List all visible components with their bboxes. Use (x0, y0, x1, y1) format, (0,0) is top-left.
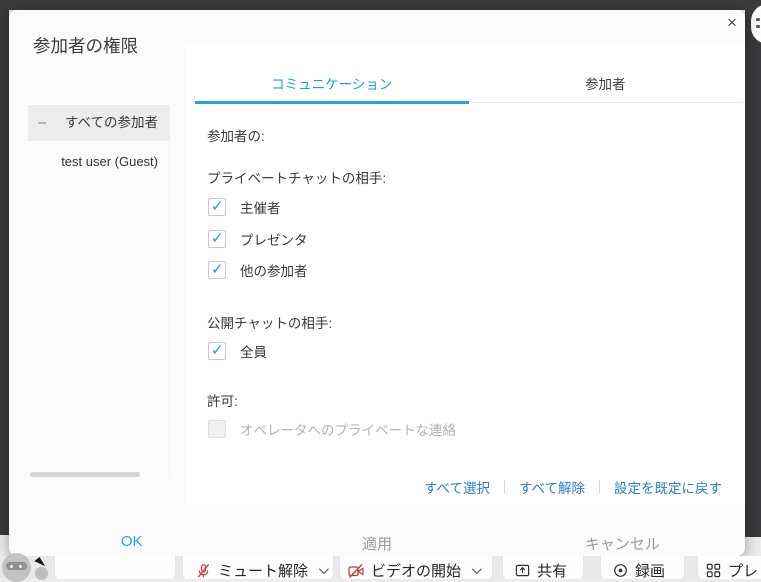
link-divider (599, 480, 600, 494)
apps-label: プレ (728, 560, 758, 579)
record-icon (613, 563, 628, 578)
checkbox-icon (208, 420, 226, 438)
clear-all-link[interactable]: すべて解除 (519, 477, 585, 497)
close-icon[interactable]: × (721, 12, 743, 34)
share-screen-icon (515, 563, 530, 578)
permissions-panel: コミュニケーション 参加者 参加者の: プライベートチャットの相手: 主催者 プ… (186, 45, 745, 505)
private-chat-label: プライベートチャットの相手: (207, 167, 386, 187)
start-video-label: ビデオの開始 (371, 560, 461, 579)
apps-grid-icon (706, 563, 721, 578)
video-off-icon (348, 563, 364, 579)
checkbox-label: オペレータへのプライベートな連絡 (240, 419, 456, 439)
reset-defaults-link[interactable]: 設定を既定に戻す (614, 477, 722, 497)
checkbox-label: 他の参加者 (240, 260, 308, 280)
start-video-button[interactable]: ビデオの開始 (348, 560, 479, 579)
tab-participants[interactable]: 参加者 (469, 73, 743, 102)
checkbox-row-everyone[interactable]: 全員 (208, 341, 267, 361)
unmute-label: ミュート解除 (218, 560, 308, 579)
avatar-badge (35, 567, 48, 580)
record-label: 録画 (635, 560, 665, 579)
window-frame-top (0, 0, 761, 10)
apps-button[interactable]: プレ (706, 560, 758, 579)
cancel-button[interactable]: キャンセル (500, 533, 745, 554)
mic-off-icon (196, 563, 211, 579)
window-frame-left (0, 0, 9, 535)
participant-of-label: 参加者の: (207, 125, 265, 145)
ok-button[interactable]: OK (9, 533, 254, 554)
public-chat-label: 公開チャットの相手: (207, 312, 332, 332)
record-button[interactable]: 録画 (613, 560, 665, 579)
window-frame-right (745, 0, 761, 537)
checkbox-icon[interactable] (208, 230, 226, 248)
checkbox-row-other-participants[interactable]: 他の参加者 (208, 260, 308, 280)
avatar-eye (10, 565, 13, 568)
apply-button[interactable]: 適用 (254, 533, 499, 554)
participant-privileges-dialog: 参加者の権限 × すべての参加者 test user (Guest) コミュニケ… (9, 10, 745, 556)
sidebar-item-all-participants[interactable]: すべての参加者 (28, 105, 170, 141)
allow-label: 許可: (207, 390, 238, 410)
avatar-eye (19, 565, 22, 568)
meeting-toolbar: ミュート解除 ビデオの開始 共有 録画 プレ (0, 556, 761, 579)
tab-strip: コミュニケーション 参加者 (195, 45, 742, 103)
dialog-footer: OK 適用 キャンセル (9, 533, 745, 554)
tab-communication[interactable]: コミュニケーション (195, 73, 469, 102)
checkbox-icon[interactable] (208, 198, 226, 216)
checkbox-label: 主催者 (240, 197, 281, 217)
panel-glyph-dot (756, 25, 760, 28)
tree-collapse-dash-icon (38, 122, 46, 124)
checkbox-row-operator-private-contact: オペレータへのプライベートな連絡 (208, 419, 456, 439)
share-button[interactable]: 共有 (515, 560, 567, 579)
assistant-avatar (2, 553, 31, 582)
panel-glyph-dot (756, 18, 760, 21)
toolbar-pill[interactable] (55, 556, 175, 579)
dialog-title: 参加者の権限 (33, 33, 138, 58)
checkbox-label: 全員 (240, 341, 267, 361)
checkbox-icon[interactable] (208, 261, 226, 279)
unmute-button[interactable]: ミュート解除 (196, 560, 326, 579)
sidebar-item-test-user[interactable]: test user (Guest) (28, 147, 170, 177)
share-label: 共有 (537, 560, 567, 579)
checkbox-label: プレゼンタ (240, 229, 308, 249)
sidebar-horizontal-scrollbar[interactable] (30, 472, 140, 477)
bulk-action-links: すべて選択 すべて解除 設定を既定に戻す (424, 477, 722, 497)
checkbox-icon[interactable] (208, 342, 226, 360)
select-all-link[interactable]: すべて選択 (424, 477, 490, 497)
checkbox-row-host[interactable]: 主催者 (208, 197, 281, 217)
link-divider (504, 480, 505, 494)
checkbox-row-presenter[interactable]: プレゼンタ (208, 229, 308, 249)
